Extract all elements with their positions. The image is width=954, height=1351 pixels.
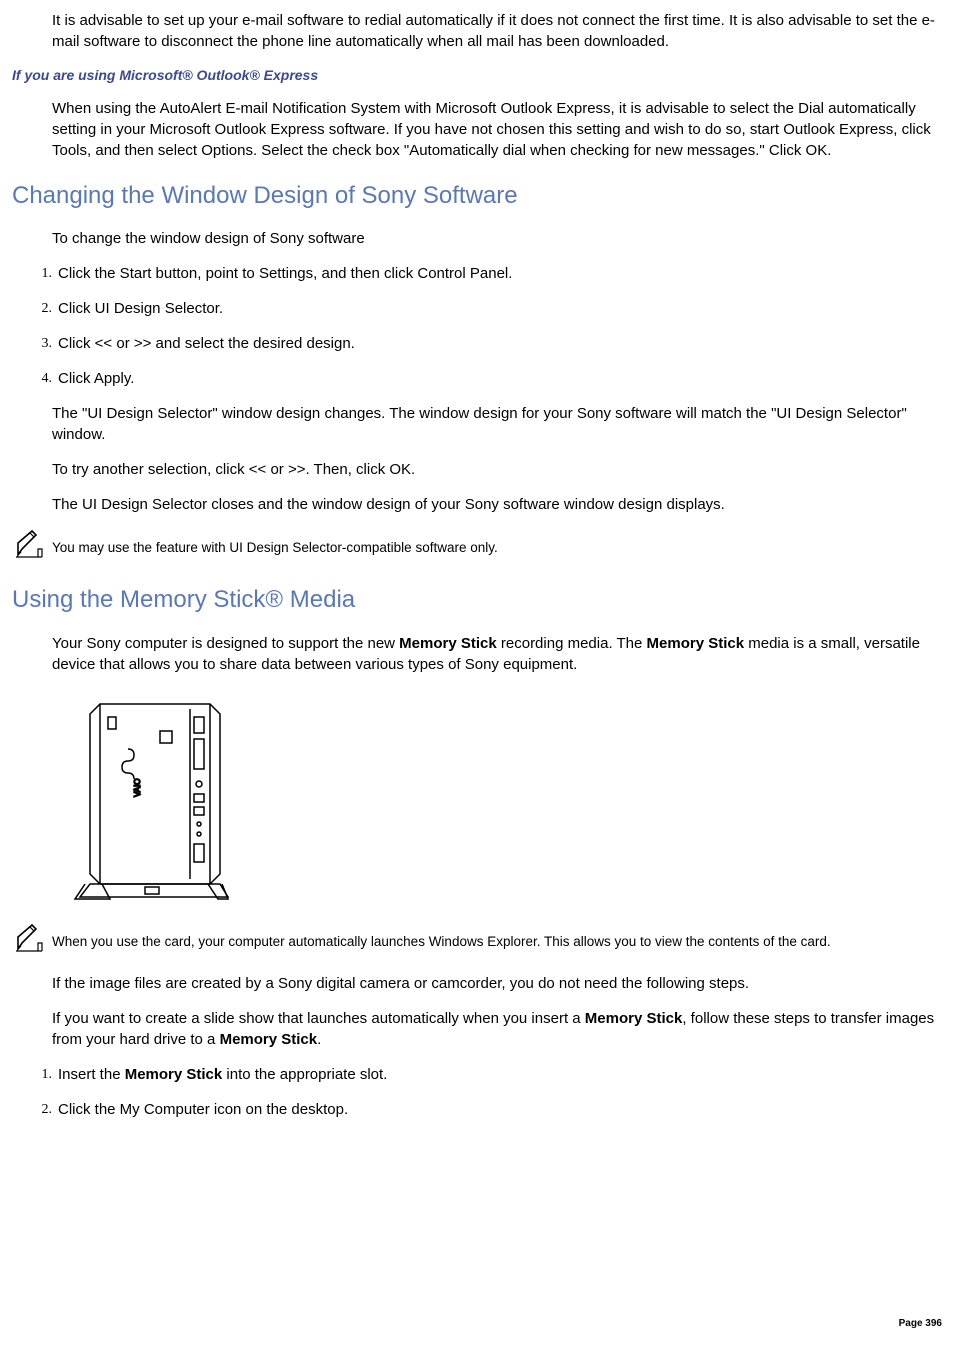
memory-stick-para3: If you want to create a slide show that … <box>52 1008 942 1050</box>
step-number: 3. <box>30 333 52 354</box>
window-design-steps: 1. Click the Start button, point to Sett… <box>30 263 942 389</box>
text-fragment: Your Sony computer is designed to suppor… <box>52 635 399 652</box>
window-design-after3: The UI Design Selector closes and the wi… <box>52 494 942 515</box>
bold-text: Memory Stick <box>125 1066 223 1083</box>
text-fragment: . <box>317 1031 321 1048</box>
list-item: 3. Click << or >> and select the desired… <box>30 333 942 354</box>
list-item: 2. Click the My Computer icon on the des… <box>30 1099 942 1120</box>
text-fragment: recording media. The <box>497 635 647 652</box>
step-text: Click the Start button, point to Setting… <box>58 263 942 284</box>
step-number: 2. <box>30 1099 52 1120</box>
step-number: 4. <box>30 368 52 389</box>
step-text: Click the My Computer icon on the deskto… <box>58 1099 942 1120</box>
step-text: Click Apply. <box>58 368 942 389</box>
memory-stick-steps: 1. Insert the Memory Stick into the appr… <box>30 1064 942 1120</box>
computer-tower-illustration: VAIO <box>60 689 240 909</box>
outlook-subheading: If you are using Microsoft® Outlook® Exp… <box>12 66 942 86</box>
memory-stick-intro: Your Sony computer is designed to suppor… <box>52 633 942 675</box>
note-block: You may use the feature with UI Design S… <box>12 529 942 565</box>
outlook-paragraph: When using the AutoAlert E-mail Notifica… <box>52 98 942 161</box>
bold-text: Memory Stick <box>585 1010 683 1027</box>
pencil-note-icon <box>12 923 46 959</box>
list-item: 1. Insert the Memory Stick into the appr… <box>30 1064 942 1085</box>
note-block: When you use the card, your computer aut… <box>12 923 942 959</box>
step-number: 2. <box>30 298 52 319</box>
list-item: 4. Click Apply. <box>30 368 942 389</box>
memory-stick-para2: If the image files are created by a Sony… <box>52 973 942 994</box>
svg-text:VAIO: VAIO <box>133 778 142 797</box>
pencil-note-icon <box>12 529 46 565</box>
window-design-intro: To change the window design of Sony soft… <box>52 228 942 249</box>
bold-text: Memory Stick <box>399 635 497 652</box>
list-item: 2. Click UI Design Selector. <box>30 298 942 319</box>
text-fragment: Insert the <box>58 1066 125 1083</box>
window-design-after2: To try another selection, click << or >>… <box>52 459 942 480</box>
text-fragment: into the appropriate slot. <box>222 1066 387 1083</box>
list-item: 1. Click the Start button, point to Sett… <box>30 263 942 284</box>
window-design-after1: The "UI Design Selector" window design c… <box>52 403 942 445</box>
text-fragment: If you want to create a slide show that … <box>52 1010 585 1027</box>
note-text: When you use the card, your computer aut… <box>52 923 942 952</box>
bold-text: Memory Stick <box>220 1031 318 1048</box>
memory-stick-heading: Using the Memory Stick® Media <box>12 583 942 617</box>
step-number: 1. <box>30 1064 52 1085</box>
page-number-label: Page 396 <box>899 1317 942 1331</box>
note-text: You may use the feature with UI Design S… <box>52 529 942 558</box>
step-number: 1. <box>30 263 52 284</box>
step-text: Insert the Memory Stick into the appropr… <box>58 1064 942 1085</box>
intro-paragraph: It is advisable to set up your e-mail so… <box>52 10 942 52</box>
step-text: Click << or >> and select the desired de… <box>58 333 942 354</box>
window-design-heading: Changing the Window Design of Sony Softw… <box>12 179 942 213</box>
bold-text: Memory Stick <box>647 635 745 652</box>
step-text: Click UI Design Selector. <box>58 298 942 319</box>
